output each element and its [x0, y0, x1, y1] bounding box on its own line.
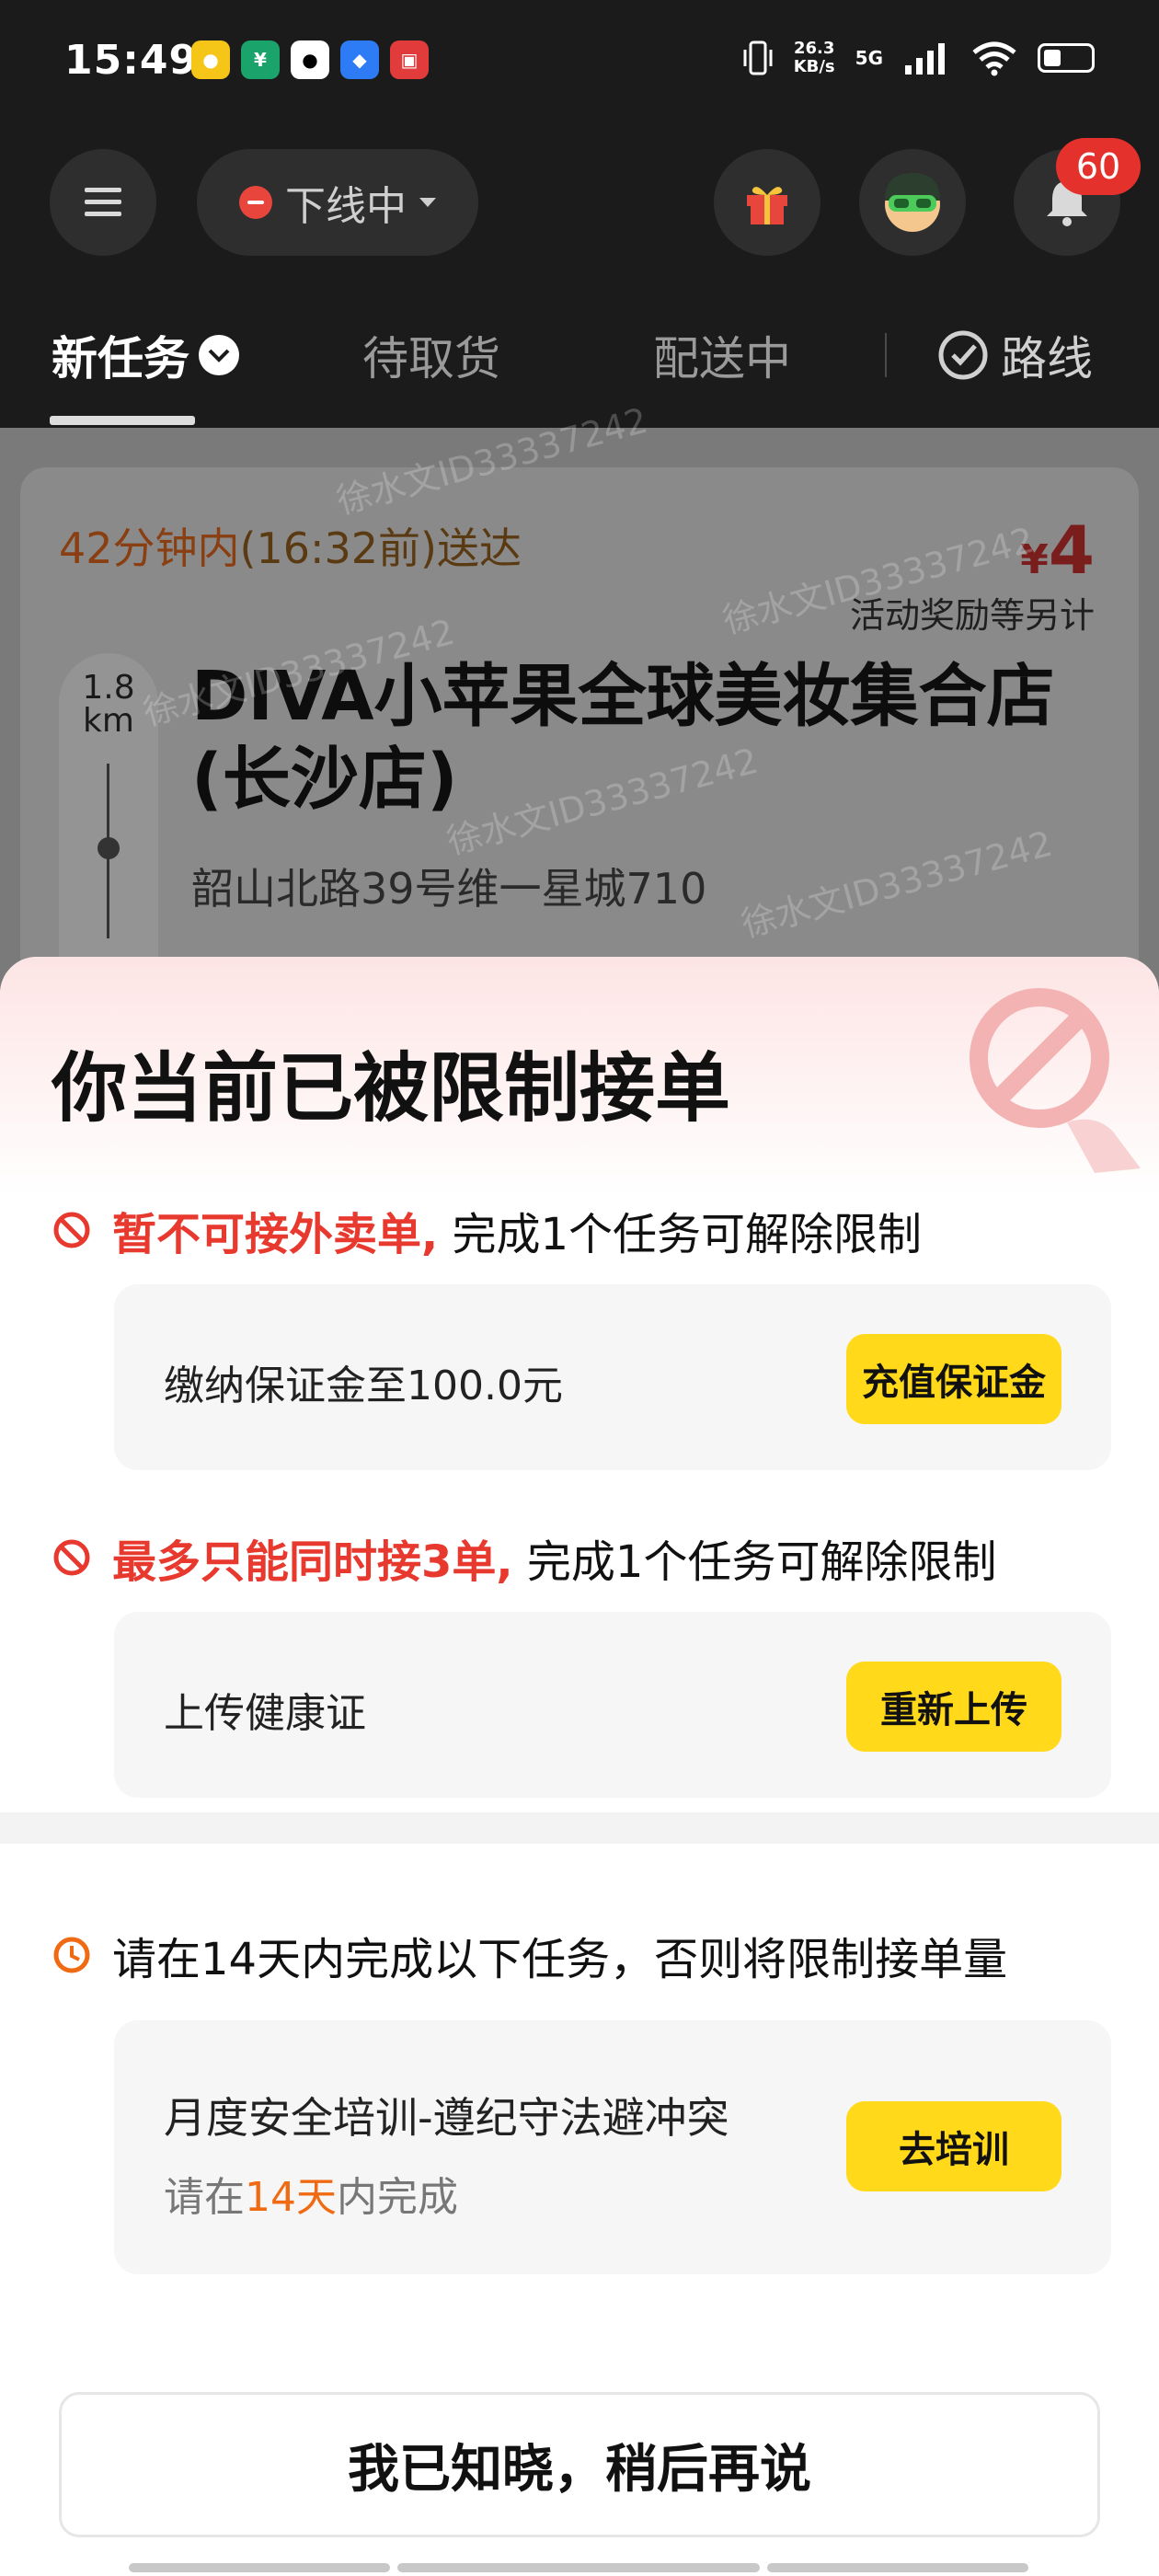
- deadline-prefix: 请在: [164, 2174, 245, 2221]
- gift-icon: [747, 187, 787, 224]
- status-app-icons: ● ¥ ● ◆ ▣: [191, 40, 429, 79]
- active-tab-indicator: [50, 416, 195, 425]
- requirement-card-2: 上传健康证 重新上传: [114, 1612, 1111, 1798]
- signal-icon: [905, 43, 945, 75]
- app-bank-icon: ¥: [241, 40, 280, 79]
- deadline-days: 14天: [245, 2174, 337, 2221]
- gesture-nav-bar: [129, 2563, 1028, 2572]
- network-type: 5G: [855, 47, 883, 69]
- app-message-icon: ◆: [340, 40, 379, 79]
- gift-button[interactable]: [714, 149, 820, 256]
- shop-address: 韶山北路39号维一星城710: [191, 864, 707, 914]
- top-toolbar: 下线中 60: [0, 129, 1159, 285]
- network-speed-value: 26.3: [793, 39, 835, 58]
- training-task-deadline: 请在14天内完成: [164, 2164, 458, 2223]
- chevron-down-icon: [419, 198, 436, 207]
- app-store-icon: ▣: [390, 40, 429, 79]
- nav-bar-segment: [129, 2563, 390, 2572]
- route-icon: [938, 330, 988, 380]
- vibrate-icon: [743, 40, 773, 75]
- acknowledge-button[interactable]: 我已知晓，稍后再说: [59, 2392, 1100, 2537]
- deadline-notice-text: 请在14天内完成以下任务，否则将限制接单量: [112, 1934, 1008, 1985]
- location-pin-icon: [98, 837, 120, 859]
- requirement-1-text: 缴纳保证金至100.0元: [164, 1363, 563, 1409]
- delivery-deadline-rest: (16:32前)送达: [239, 523, 522, 573]
- sheet-title: 你当前已被限制接单: [52, 1045, 731, 1133]
- wifi-icon: [972, 41, 1016, 76]
- reupload-button[interactable]: 重新上传: [846, 1662, 1061, 1752]
- avatar-icon: [885, 173, 940, 232]
- training-task-title: 月度安全培训-遵纪守法避冲突: [164, 2093, 729, 2143]
- ban-icon: [53, 1539, 90, 1576]
- network-speed: 26.3 KB/s: [794, 40, 835, 76]
- tab-pending-pickup[interactable]: 待取货: [362, 322, 500, 388]
- network-speed-unit: KB/s: [793, 57, 835, 76]
- rule-2-condition: 完成1个任务可解除限制: [512, 1536, 997, 1588]
- battery-icon: [1038, 43, 1095, 73]
- status-time: 15:49: [64, 37, 199, 84]
- rider-avatar[interactable]: [859, 149, 966, 256]
- tab-route[interactable]: 路线: [935, 322, 1093, 388]
- prohibited-decoration-icon: [970, 988, 1141, 1173]
- status-indicators: 26.3 KB/s 5G: [742, 39, 1095, 77]
- task-tabs: 新任务 待取货 配送中 路线: [0, 285, 1159, 428]
- restriction-rule-2: 最多只能同时接3单, 完成1个任务可解除限制: [52, 1525, 996, 1590]
- restriction-rule-1: 暂不可接外卖单, 完成1个任务可解除限制: [52, 1198, 922, 1262]
- online-status-dropdown[interactable]: 下线中: [197, 149, 478, 256]
- requirement-card-1: 缴纳保证金至100.0元 充值保证金: [114, 1284, 1111, 1470]
- rule-1-restriction: 暂不可接外卖单,: [112, 1209, 439, 1260]
- go-training-button[interactable]: 去培训: [846, 2101, 1061, 2191]
- menu-icon: [85, 188, 121, 216]
- section-divider: [0, 1812, 1159, 1844]
- price-value: 4: [1048, 512, 1095, 589]
- rule-2-restriction: 最多只能同时接3单,: [112, 1536, 513, 1588]
- app-duck-icon: ●: [191, 40, 230, 79]
- requirement-2-text: 上传健康证: [164, 1690, 366, 1737]
- tab-delivering[interactable]: 配送中: [653, 322, 791, 388]
- tab-route-label: 路线: [1001, 332, 1093, 385]
- notification-badge: 60: [1056, 138, 1141, 195]
- tab-divider: [885, 333, 887, 377]
- deadline-notice: 请在14天内完成以下任务，否则将限制接单量: [52, 1923, 1007, 1987]
- app-qq-icon: ●: [291, 40, 329, 79]
- tab-pending-pickup-label: 待取货: [362, 332, 500, 385]
- chevron-down-circle-icon: [199, 335, 239, 375]
- rule-1-condition: 完成1个任务可解除限制: [438, 1209, 923, 1260]
- ban-icon: [53, 1212, 90, 1248]
- delivery-deadline-highlight: 42分钟内: [59, 523, 240, 573]
- clock-icon: [53, 1937, 90, 1973]
- online-status-label: 下线中: [285, 183, 407, 230]
- menu-button[interactable]: [50, 149, 156, 256]
- deadline-suffix: 内完成: [337, 2174, 458, 2221]
- tab-delivering-label: 配送中: [653, 332, 791, 385]
- recharge-deposit-button[interactable]: 充值保证金: [846, 1334, 1061, 1424]
- training-task-card: 月度安全培训-遵纪守法避冲突 请在14天内完成 去培训: [114, 2020, 1111, 2274]
- delivery-deadline: 42分钟内(16:32前)送达: [59, 515, 522, 576]
- nav-bar-segment: [397, 2563, 760, 2572]
- offline-status-icon: [239, 186, 272, 219]
- status-bar: 15:49 ● ¥ ● ◆ ▣ 26.3 KB/s 5G: [0, 0, 1159, 129]
- tab-new-tasks[interactable]: 新任务: [52, 322, 239, 388]
- nav-bar-segment: [767, 2563, 1028, 2572]
- tab-new-tasks-label: 新任务: [52, 332, 189, 385]
